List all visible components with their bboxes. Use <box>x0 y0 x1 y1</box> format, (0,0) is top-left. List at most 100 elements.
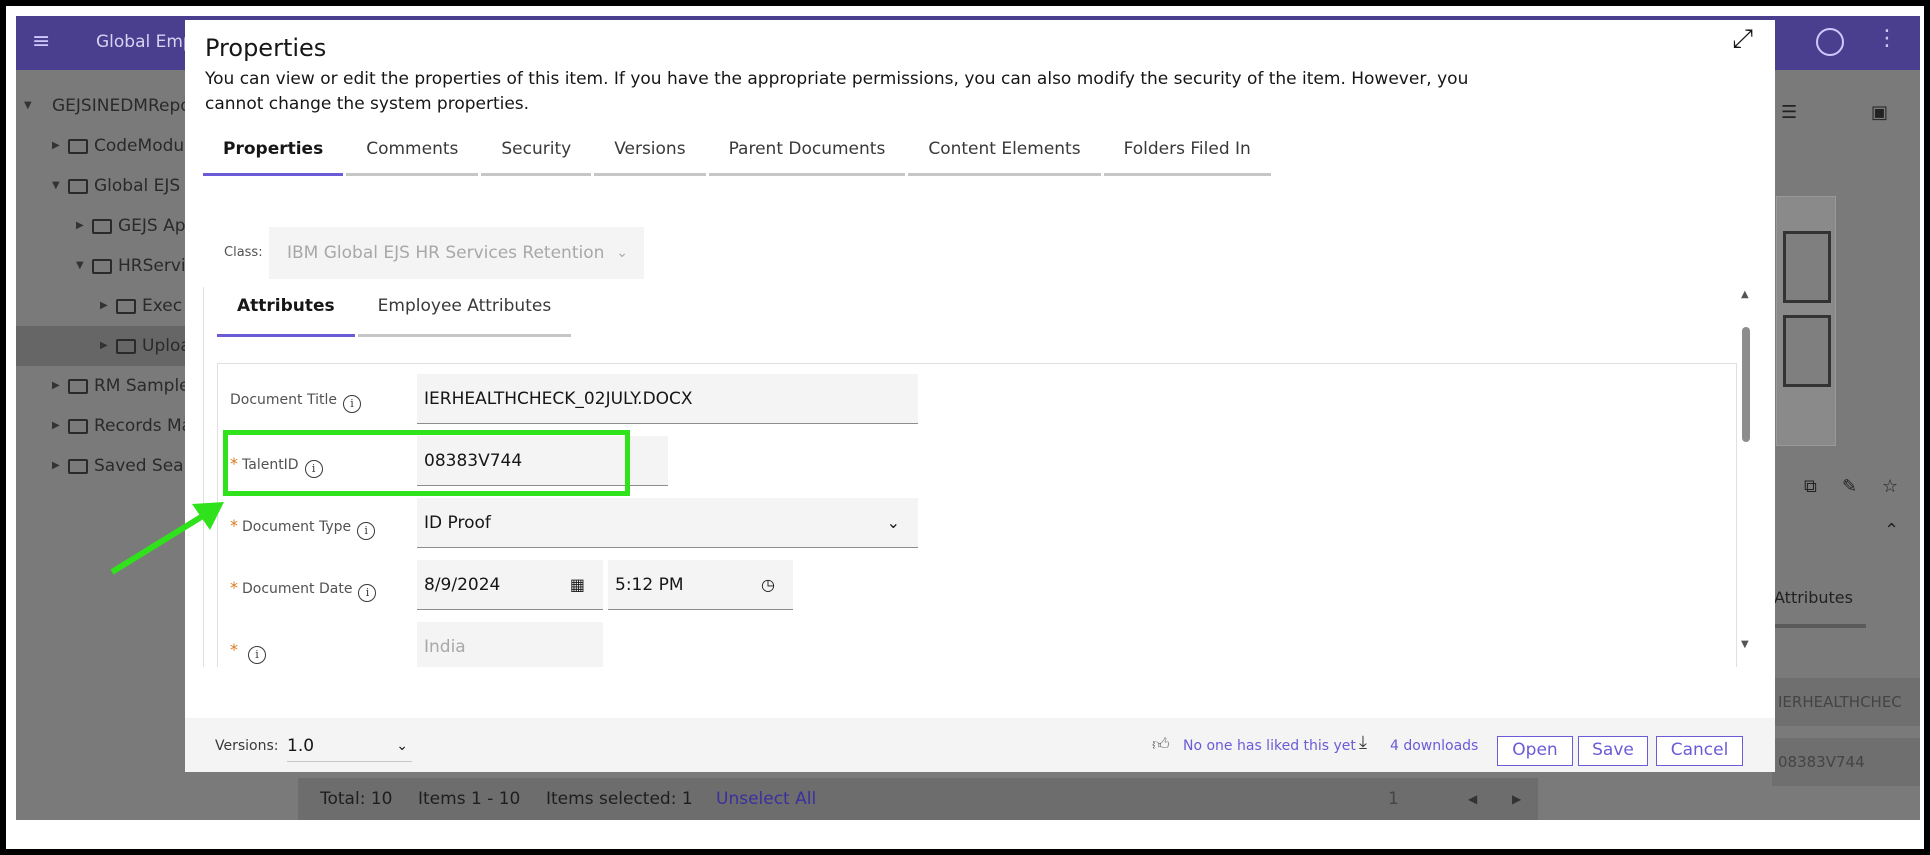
version-value: 1.0 <box>287 736 315 756</box>
prev-page-icon[interactable]: ◀ <box>1468 778 1477 820</box>
version-select[interactable]: 1.0 ⌄ <box>287 736 412 762</box>
document-type-label-text: Document Type <box>242 519 352 535</box>
document-date-label: * Document Date i <box>230 578 377 602</box>
chevron-right-icon[interactable]: ▶ <box>52 366 60 406</box>
right-panel-title-field[interactable]: IERHEALTHCHEC <box>1772 678 1920 726</box>
calendar-icon[interactable]: ▦ <box>570 560 585 609</box>
expand-icon[interactable]: ⤢ <box>1732 24 1753 55</box>
class-select[interactable]: IBM Global EJS HR Services Retention ⌄ <box>269 227 644 279</box>
chevron-down-icon[interactable]: ▼ <box>76 246 84 286</box>
unselect-all-link[interactable]: Unselect All <box>716 778 816 820</box>
document-title-label: Document Title i <box>230 392 361 413</box>
tree-item[interactable]: ▶ GEJS Ap <box>16 206 191 246</box>
info-icon[interactable]: i <box>342 395 361 413</box>
country-select[interactable]: India <box>417 622 603 667</box>
scroll-up-icon[interactable]: ▲ <box>1741 289 1749 300</box>
chevron-right-icon[interactable]: ▶ <box>52 406 60 446</box>
tree-item-selected[interactable]: ▶ Uploa <box>16 326 191 366</box>
save-button[interactable]: Save <box>1578 736 1648 766</box>
copy-icon[interactable]: ⧉ <box>1804 476 1817 497</box>
chevron-up-icon[interactable]: ⌃ <box>1884 520 1899 541</box>
chevron-down-icon[interactable]: ▼ <box>24 86 32 126</box>
chevron-down-icon: ⌄ <box>886 513 900 532</box>
scroll-thumb[interactable] <box>1742 327 1750 442</box>
document-time-input[interactable]: 5:12 PM ◷ <box>608 560 793 610</box>
folder-icon <box>116 339 136 354</box>
download-icon[interactable]: ⤓ <box>1359 732 1367 753</box>
info-icon[interactable]: i <box>357 522 376 540</box>
items-range: Items 1 - 10 <box>418 789 521 809</box>
cancel-button[interactable]: Cancel <box>1656 736 1743 766</box>
chevron-right-icon[interactable]: ▶ <box>52 126 60 166</box>
tab-comments[interactable]: Comments <box>346 136 479 176</box>
thumbnail-page <box>1783 231 1831 303</box>
list-view-icon[interactable]: ☰ <box>1781 102 1797 123</box>
chevron-right-icon[interactable]: ▶ <box>52 446 60 486</box>
tab-properties[interactable]: Properties <box>203 136 344 176</box>
attributes-scrollbar[interactable]: ▲ ▼ <box>1739 287 1753 657</box>
tree-item[interactable]: ▶ Exec <box>16 286 191 326</box>
star-icon[interactable]: ☆ <box>1882 476 1898 497</box>
talentid-highlight-box <box>223 430 630 496</box>
document-title-label-text: Document Title <box>230 392 337 408</box>
page-number[interactable]: 1 <box>1388 778 1399 820</box>
tree-item[interactable]: ▼ Global EJS <box>16 166 191 206</box>
document-type-row: * Document Type i ID Proof ⌄ <box>218 498 1736 550</box>
chevron-right-icon[interactable]: ▶ <box>76 206 84 246</box>
next-page-icon[interactable]: ▶ <box>1512 778 1521 820</box>
chevron-down-icon[interactable]: ▼ <box>52 166 60 206</box>
edit-icon[interactable]: ✎ <box>1842 476 1857 497</box>
arrow-head <box>192 502 224 530</box>
tree-item[interactable]: ▶ Records Ma <box>16 406 192 446</box>
right-panel-talentid-field[interactable]: 08383V744 <box>1772 738 1920 786</box>
properties-modal: Properties You can view or edit the prop… <box>185 20 1775 772</box>
items-selected: Items selected: 1 <box>546 789 693 809</box>
tab-content-elements[interactable]: Content Elements <box>908 136 1101 176</box>
app-title: Global Emp <box>96 32 194 52</box>
document-type-select[interactable]: ID Proof ⌄ <box>417 498 918 548</box>
overflow-menu-icon[interactable]: ⋮ <box>1876 26 1898 51</box>
required-marker: * <box>230 578 238 597</box>
likes-text[interactable]: No one has liked this yet <box>1183 738 1356 754</box>
info-icon[interactable]: i <box>248 646 266 664</box>
document-title-input[interactable]: IERHEALTHCHECK_02JULY.DOCX <box>417 374 918 424</box>
country-row: * i India <box>218 622 1736 667</box>
tree-item-label: GEJS Ap <box>118 216 186 236</box>
annotation-arrow-icon <box>110 502 224 575</box>
tree-item[interactable]: ▼ GEJSINEDMRepo <box>16 86 191 126</box>
document-date-row: * Document Date i 8/9/2024 ▦ 5:12 PM ◷ <box>218 560 1736 612</box>
open-button[interactable]: Open <box>1497 736 1573 766</box>
chevron-right-icon[interactable]: ▶ <box>100 286 108 326</box>
clock-icon[interactable]: ◷ <box>761 560 775 609</box>
attribute-tabs: Attributes Employee Attributes <box>217 287 574 337</box>
country-label: * i <box>230 640 266 664</box>
menu-icon[interactable]: ≡ <box>32 31 56 53</box>
folder-icon <box>68 459 88 474</box>
info-icon[interactable]: i <box>358 584 377 602</box>
document-type-label: * Document Type i <box>230 516 376 540</box>
tree-item-label: Uploa <box>142 336 191 356</box>
tree-item[interactable]: ▼ HRServi <box>16 246 191 286</box>
chevron-right-icon[interactable]: ▶ <box>100 326 108 366</box>
downloads-text[interactable]: 4 downloads <box>1390 738 1478 754</box>
tree-item[interactable]: ▶ CodeModu <box>16 126 191 166</box>
tab-security[interactable]: Security <box>481 136 592 176</box>
document-date-value: 8/9/2024 <box>424 575 501 595</box>
tree-item[interactable]: ▶ Saved Sear <box>16 446 191 486</box>
tree-item[interactable]: ▶ RM Sample <box>16 366 191 406</box>
modal-description: You can view or edit the properties of t… <box>205 69 1469 114</box>
scroll-down-icon[interactable]: ▼ <box>1741 639 1749 650</box>
user-avatar-icon[interactable] <box>1816 28 1844 56</box>
folder-icon <box>68 379 88 394</box>
chevron-down-icon: ⌄ <box>616 245 628 261</box>
tab-parent-documents[interactable]: Parent Documents <box>708 136 906 176</box>
layout-icon[interactable]: ▣ <box>1871 102 1888 123</box>
document-time-value: 5:12 PM <box>615 575 684 595</box>
right-panel-tab[interactable]: Attributes <box>1774 588 1853 607</box>
document-date-input[interactable]: 8/9/2024 ▦ <box>417 560 603 610</box>
thumbs-up-icon[interactable]: 👍︎ <box>1152 734 1170 755</box>
tab-attributes[interactable]: Attributes <box>217 287 355 337</box>
tab-employee-attributes[interactable]: Employee Attributes <box>357 287 572 337</box>
tab-versions[interactable]: Versions <box>594 136 706 176</box>
tab-folders-filed-in[interactable]: Folders Filed In <box>1103 136 1271 176</box>
